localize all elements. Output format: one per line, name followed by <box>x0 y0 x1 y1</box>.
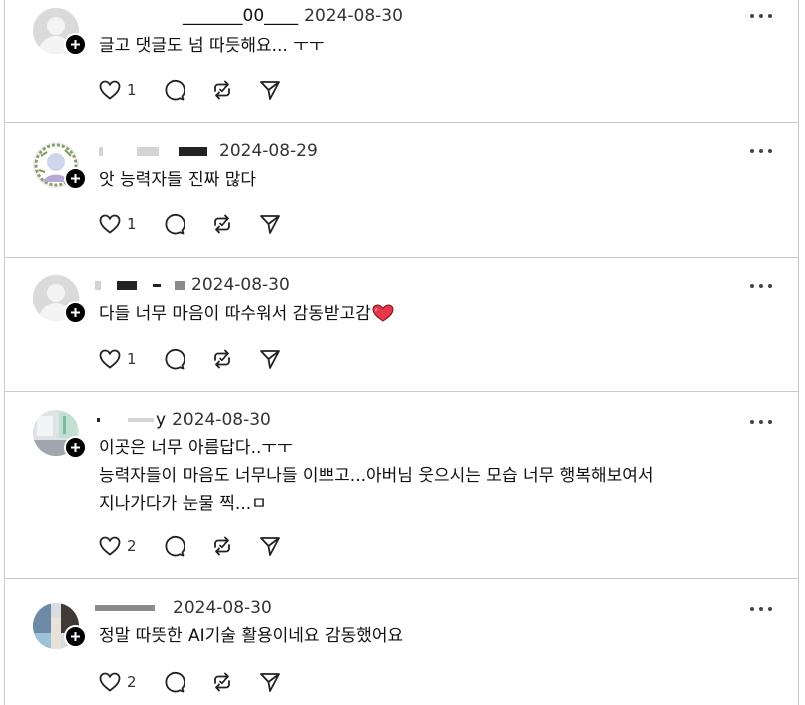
like-button[interactable]: 1 <box>99 349 137 369</box>
heart-icon <box>99 349 121 369</box>
send-icon <box>259 350 280 369</box>
repost-button[interactable] <box>211 535 233 557</box>
repost-button[interactable] <box>211 79 233 101</box>
comment-text: 이곳은 너무 아름답다..ㅜㅜ 능력자들이 마음도 너무나들 이쁘고...아버님… <box>99 438 654 514</box>
redacted-username <box>128 418 154 422</box>
like-button[interactable]: 1 <box>99 80 137 100</box>
comment-item: 2024-08-29 앗 능력자들 진짜 많다 1 <box>5 123 798 257</box>
comment-date[interactable]: 2024-08-30 <box>173 598 272 618</box>
comment-text: 정말 따뜻한 AI기술 활용이네요 감동했어요 <box>99 626 404 646</box>
like-count: 2 <box>127 537 137 555</box>
repost-icon <box>213 536 230 556</box>
reply-button[interactable] <box>163 535 185 557</box>
like-button[interactable]: 2 <box>99 672 137 692</box>
comment-bubble-icon <box>165 672 185 693</box>
redacted-username <box>137 146 159 156</box>
share-button[interactable] <box>259 671 281 693</box>
comment-item: 2024-08-30 정말 따뜻한 AI기술 활용이네요 감동했어요 2 <box>5 579 798 705</box>
repost-button[interactable] <box>211 671 233 693</box>
comment-text: 앗 능력자들 진짜 많다 <box>99 170 256 190</box>
comment-bubble-icon <box>165 80 185 101</box>
comment-bubble-icon <box>165 214 185 235</box>
comment-date[interactable]: 2024-08-29 <box>219 141 318 161</box>
comment-item: y 2024-08-30 이곳은 너무 아름답다..ㅜㅜ 능력자들이 마음도 너… <box>5 392 798 578</box>
redacted-username <box>95 280 101 290</box>
redacted-username <box>97 418 100 422</box>
like-button[interactable]: 1 <box>99 214 137 234</box>
reply-button[interactable] <box>163 213 185 235</box>
like-count: 1 <box>127 81 137 99</box>
reply-button[interactable] <box>163 79 185 101</box>
redacted-username <box>99 146 103 156</box>
more-options-icon[interactable] <box>750 146 772 156</box>
redacted-username <box>117 280 137 290</box>
heart-icon <box>99 80 121 100</box>
share-button[interactable] <box>259 348 281 370</box>
repost-icon <box>213 80 230 100</box>
more-options-icon[interactable] <box>750 604 772 614</box>
like-button[interactable]: 2 <box>99 536 137 556</box>
more-options-icon[interactable] <box>750 11 772 21</box>
redacted-username <box>153 283 161 287</box>
comment-bubble-icon <box>165 349 185 370</box>
send-icon <box>259 81 280 100</box>
reply-button[interactable] <box>163 348 185 370</box>
comment-item: 2024-08-30 다들 너무 마음이 따수워서 감동받고감 1 <box>5 258 798 391</box>
comment-text: 글고 댓글도 넘 따듯해요... ㅜㅜ <box>99 36 325 56</box>
reply-button[interactable] <box>163 671 185 693</box>
like-count: 2 <box>127 673 137 691</box>
follow-plus-icon[interactable] <box>64 33 87 56</box>
follow-plus-icon[interactable] <box>64 301 87 324</box>
heart-icon <box>99 214 121 234</box>
send-icon <box>259 215 280 234</box>
share-button[interactable] <box>259 535 281 557</box>
send-icon <box>259 673 280 692</box>
comment-date[interactable]: 2024-08-30 <box>172 410 271 430</box>
heart-emoji-icon <box>372 304 394 322</box>
share-button[interactable] <box>259 79 281 101</box>
send-icon <box>259 537 280 556</box>
redacted-username <box>95 605 155 611</box>
share-button[interactable] <box>259 213 281 235</box>
comment-date[interactable]: 2024-08-30 <box>191 275 290 295</box>
like-count: 1 <box>127 350 137 368</box>
like-count: 1 <box>127 215 137 233</box>
redacted-username <box>175 280 185 290</box>
follow-plus-icon[interactable] <box>64 436 87 459</box>
comment-bubble-icon <box>165 536 185 557</box>
username[interactable]: y <box>156 410 166 430</box>
repost-icon <box>213 214 230 234</box>
follow-plus-icon[interactable] <box>64 167 87 190</box>
heart-icon <box>99 536 121 556</box>
repost-button[interactable] <box>211 213 233 235</box>
heart-icon <box>99 672 121 692</box>
follow-plus-icon[interactable] <box>64 625 87 648</box>
more-options-icon[interactable] <box>750 281 772 291</box>
username[interactable]: _______00____ <box>95 6 298 26</box>
comment-text: 다들 너무 마음이 따수워서 감동받고감 <box>99 304 371 324</box>
comment-text-wrap: 다들 너무 마음이 따수워서 감동받고감 <box>99 300 394 328</box>
more-options-icon[interactable] <box>750 417 772 427</box>
comment-item: _______00____ 2024-08-30 글고 댓글도 넘 따듯해요..… <box>5 0 798 122</box>
comment-date[interactable]: 2024-08-30 <box>304 6 403 26</box>
repost-button[interactable] <box>211 348 233 370</box>
repost-icon <box>213 672 230 692</box>
repost-icon <box>213 349 230 369</box>
redacted-username <box>179 146 207 156</box>
comment-feed: _______00____ 2024-08-30 글고 댓글도 넘 따듯해요..… <box>4 0 799 705</box>
